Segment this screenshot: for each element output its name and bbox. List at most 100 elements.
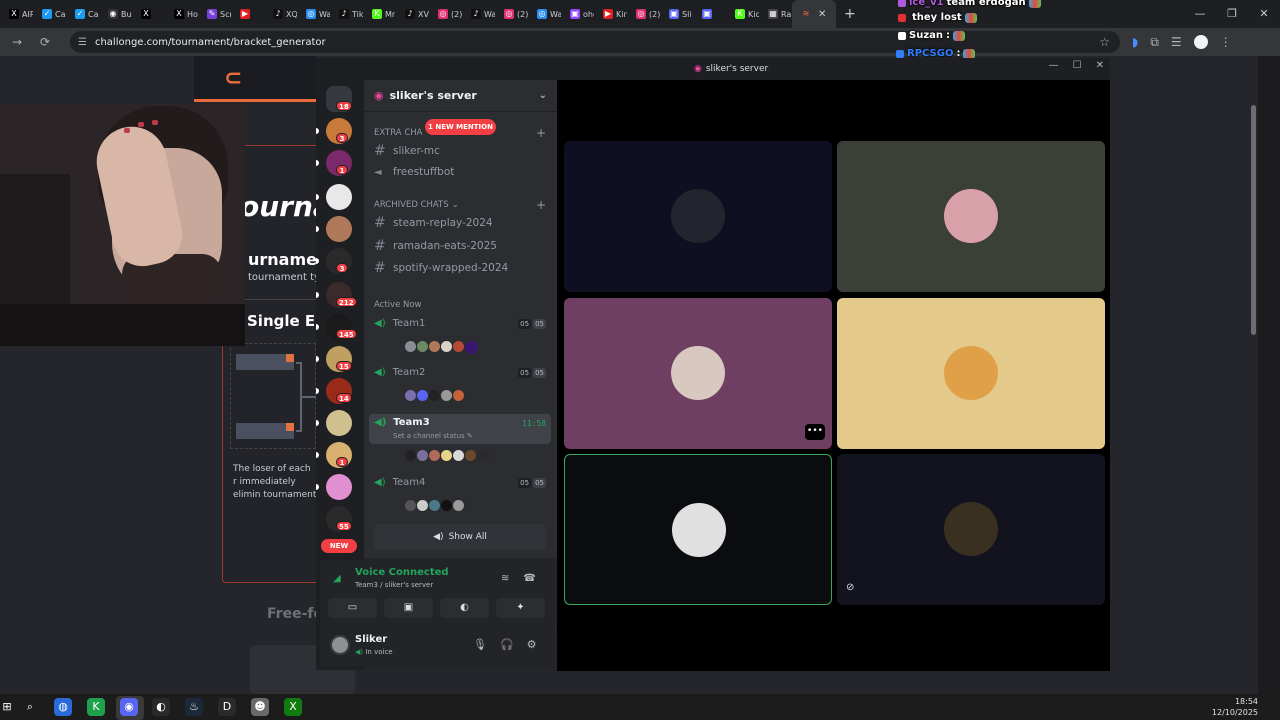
browser-tab[interactable]: ♪ Wa <box>462 0 495 28</box>
camera-off-button[interactable]: ▭ <box>328 598 377 618</box>
site-info-icon[interactable]: ☰ <box>78 37 87 48</box>
minimize-button[interactable]: — <box>1049 60 1059 71</box>
participant-tile[interactable] <box>564 454 832 605</box>
obs-icon[interactable]: ◐ <box>152 698 170 716</box>
screen-share-button[interactable]: ▣ <box>384 598 433 618</box>
channel-spotify-wrapped-2024[interactable]: # spotify-wrapped-2024 <box>374 260 508 276</box>
close-button[interactable]: ✕ <box>1096 60 1104 71</box>
participant-tile[interactable] <box>837 141 1105 292</box>
new-mention-badge[interactable]: 1 NEW MENTION <box>425 119 496 135</box>
chevron-down-icon[interactable]: ⌄ <box>539 90 547 101</box>
scrollbar-thumb[interactable] <box>1251 105 1256 335</box>
browser-tab[interactable]: ♪ XQ <box>264 0 297 28</box>
browser-tab[interactable]: ▣ Sli <box>660 0 693 28</box>
maximize-button[interactable]: ❐ <box>1216 0 1248 28</box>
participant-tile[interactable] <box>564 298 832 449</box>
tab-active[interactable]: ≋ ✕ <box>792 0 836 28</box>
channel-label: Team3 <box>393 417 430 428</box>
xbox-icon[interactable]: X <box>284 698 302 716</box>
new-servers-badge[interactable]: NEW <box>321 539 357 553</box>
soundboard-button[interactable]: ✦ <box>496 598 545 618</box>
start-icon[interactable]: ⊞ <box>0 698 16 716</box>
browser-tab[interactable]: ◎ (2) <box>627 0 660 28</box>
browser-tab[interactable]: ▦Ran <box>759 0 792 28</box>
participant-tile[interactable] <box>837 298 1105 449</box>
voice-location[interactable]: Team3 / sliker's server <box>355 581 433 589</box>
set-channel-status[interactable]: Set a channel status ✎ <box>393 432 473 440</box>
chrome-icon[interactable]: ◍ <box>54 698 72 716</box>
voice-channel-team1[interactable]: ◀) Team1 05 05 <box>374 318 546 329</box>
microphone-icon[interactable]: 🎙 <box>473 638 487 651</box>
activities-button[interactable]: ◐ <box>440 598 489 618</box>
browser-tab[interactable]: ✓Call <box>66 0 99 28</box>
channel-ramadan-eats-2025[interactable]: # ramadan-eats-2025 <box>374 238 497 254</box>
kick-icon[interactable]: K <box>87 698 105 716</box>
server-name: sliker's server <box>389 89 477 102</box>
headphones-icon[interactable]: 🎧 <box>500 638 514 651</box>
browser-tab[interactable]: ◎ Wa <box>528 0 561 28</box>
channel-steam-replay-2024[interactable]: # steam-replay-2024 <box>374 215 493 231</box>
participant-tile[interactable] <box>564 141 832 292</box>
voice-connected-label[interactable]: Voice Connected <box>355 567 449 578</box>
server-icon[interactable] <box>326 410 352 436</box>
signal-icon[interactable]: ◢ <box>333 573 341 584</box>
browser-tab[interactable]: X <box>132 0 165 28</box>
settings-gear-icon[interactable]: ⚙ <box>527 638 537 651</box>
maximize-button[interactable]: ☐ <box>1073 60 1082 71</box>
challonge-logo-icon[interactable]: ⊂ <box>224 66 242 91</box>
add-channel-icon[interactable]: + <box>536 126 546 140</box>
server-icon[interactable] <box>326 474 352 500</box>
browser-tab[interactable]: K Kic <box>726 0 759 28</box>
disconnect-icon[interactable]: ☎ <box>523 573 535 584</box>
steam-icon[interactable]: ♨ <box>185 698 203 716</box>
browser-tab[interactable]: ▶ <box>231 0 264 28</box>
show-all-button[interactable]: ◀) Show All <box>374 524 546 550</box>
extension-icon[interactable]: ◗ <box>1132 35 1138 50</box>
close-tab-icon[interactable]: ✕ <box>818 9 826 20</box>
avatar[interactable] <box>330 635 350 655</box>
category-archived[interactable]: ARCHIVED CHATS ⌄ + <box>374 198 546 212</box>
voice-channel-team3[interactable]: ◀) Team3 <box>374 417 546 428</box>
browser-tab[interactable]: ♪ Tik <box>330 0 363 28</box>
menu-kebab-icon[interactable]: ⋮ <box>1220 35 1232 50</box>
browser-tab[interactable]: ◎ (2) <box>495 0 528 28</box>
browser-tab[interactable]: ◎ (2) <box>429 0 462 28</box>
profile-avatar[interactable] <box>1193 34 1208 49</box>
taskbar-clock[interactable]: 18:54 12/10/2025 <box>1212 696 1258 718</box>
browser-tab[interactable]: ✓Call <box>33 0 66 28</box>
browser-tab[interactable]: ♪ XV <box>396 0 429 28</box>
browser-tab[interactable]: ▶ Kin <box>594 0 627 28</box>
app-icon[interactable]: ☻ <box>251 698 269 716</box>
bookmark-star-icon[interactable]: ☆ <box>1099 35 1110 49</box>
voice-channel-team4[interactable]: ◀) Team4 05 05 <box>374 477 546 488</box>
server-header[interactable]: ◉ sliker's server ⌄ <box>364 80 557 112</box>
server-icon[interactable] <box>326 216 352 242</box>
browser-tab[interactable]: ▣ohe <box>561 0 594 28</box>
browser-tab[interactable]: X AIP <box>0 0 33 28</box>
extensions-puzzle-icon[interactable]: ⧉ <box>1150 35 1159 50</box>
more-options-button[interactable]: ••• <box>805 424 825 440</box>
noise-suppression-icon[interactable]: ≋ <box>501 573 509 584</box>
new-tab-button[interactable]: + <box>844 6 864 22</box>
voice-channel-team2[interactable]: ◀) Team2 05 05 <box>374 367 546 378</box>
browser-tab[interactable]: ▣ <box>693 0 726 28</box>
close-window-button[interactable]: ✕ <box>1248 0 1280 28</box>
browser-tab[interactable]: ✎Scr <box>198 0 231 28</box>
discord-icon[interactable]: ◉ <box>120 698 138 716</box>
search-icon[interactable]: ⌕ <box>21 698 39 716</box>
channel-sliker-mc[interactable]: # sliker-mc <box>374 143 440 159</box>
reading-list-icon[interactable]: ☰ <box>1171 35 1182 50</box>
forward-icon[interactable]: → <box>6 35 28 49</box>
username[interactable]: Sliker <box>355 634 387 645</box>
reload-icon[interactable]: ⟳ <box>34 35 56 49</box>
add-channel-icon[interactable]: + <box>536 198 546 212</box>
minimize-button[interactable]: — <box>1184 0 1216 28</box>
channel-freestuffbot[interactable]: ◄ freestuffbot <box>374 166 454 178</box>
participant-tile[interactable] <box>837 454 1105 605</box>
app-icon[interactable]: D <box>218 698 236 716</box>
browser-tab[interactable]: XHot <box>165 0 198 28</box>
browser-tab[interactable]: K Mr <box>363 0 396 28</box>
server-icon[interactable] <box>326 184 352 210</box>
browser-tab[interactable]: ◎ Wa <box>297 0 330 28</box>
browser-tab[interactable]: ◉Buy <box>99 0 132 28</box>
